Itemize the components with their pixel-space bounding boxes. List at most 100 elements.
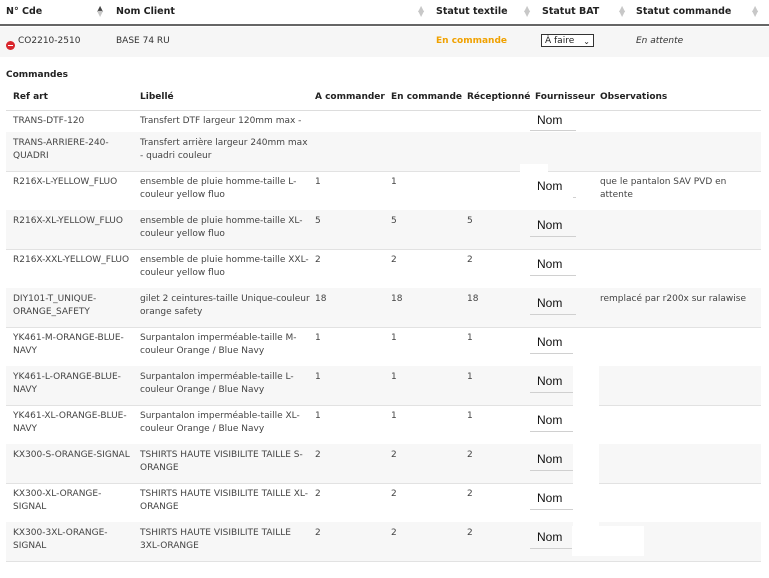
cell-ref: DIY101-T_UNIQUE-ORANGE_SAFETY xyxy=(13,294,97,317)
header-cde[interactable]: N° Cde xyxy=(6,6,42,17)
col-libelle: Libellé xyxy=(140,92,174,102)
redaction-patch xyxy=(527,193,573,208)
supplier-field[interactable]: Nom xyxy=(537,413,562,427)
supplier-field-underline xyxy=(530,130,576,131)
col-en-commande: En commande xyxy=(391,92,462,102)
cell-libelle: Surpantalon imperméable-taille M-couleur… xyxy=(140,333,297,356)
cell-en-commande: 2 xyxy=(391,489,397,499)
chevron-down-icon: ⌄ xyxy=(583,37,590,46)
header-statut-commande[interactable]: Statut commande xyxy=(636,6,731,17)
cell-libelle: Surpantalon imperméable-taille L-couleur… xyxy=(140,372,294,395)
table-header: N° Cde ▲ ▼ Nom Client ▲ ▼ Statut textile ▲… xyxy=(0,0,769,26)
supplier-field[interactable]: Nom xyxy=(537,530,562,544)
cell-en-commande: 1 xyxy=(391,372,397,382)
cell-ref: KX300-S-ORANGE-SIGNAL xyxy=(13,450,130,460)
table-row: KX300-XL-ORANGE-SIGNAL TSHIRTS HAUTE VISI… xyxy=(6,483,761,523)
cell-en-commande: 5 xyxy=(391,216,397,226)
table-row: KX300-S-ORANGE-SIGNAL TSHIRTS HAUTE VISIB… xyxy=(6,444,761,484)
sort-client-icon[interactable]: ▲ ▼ xyxy=(418,5,424,18)
supplier-field[interactable]: Nom xyxy=(537,335,562,349)
supplier-field[interactable]: Nom xyxy=(537,257,562,271)
redaction-patch xyxy=(520,164,548,176)
sub-table-header: Ref art Libellé A commander En commande … xyxy=(6,83,761,111)
col-ref: Ref art xyxy=(13,92,48,102)
cell-en-commande: 2 xyxy=(391,255,397,265)
supplier-field-underline xyxy=(530,431,576,432)
supplier-field-underline xyxy=(530,509,576,510)
supplier-field-underline xyxy=(530,236,576,237)
cell-en-commande: 1 xyxy=(391,177,397,187)
cell-a-commander: 18 xyxy=(315,294,327,304)
table-row: R216X-XXL-YELLOW_FLUO ensemble de pluie h… xyxy=(6,249,761,289)
cell-ref: YK461-M-ORANGE-BLUE-NAVY xyxy=(13,333,124,356)
supplier-field-underline xyxy=(530,470,576,471)
header-client[interactable]: Nom Client xyxy=(116,6,175,17)
header-statut-textile[interactable]: Statut textile xyxy=(436,6,508,17)
cell-en-commande: 1 xyxy=(391,333,397,343)
redaction-patch xyxy=(572,526,644,556)
cell-a-commander: 2 xyxy=(315,489,321,499)
redaction-patch xyxy=(573,328,599,526)
sort-textile-icon[interactable]: ▲ ▼ xyxy=(524,5,530,18)
table-row: TRANS-ARRIERE-240-QUADRI Transfert arrièr… xyxy=(6,132,761,172)
supplier-field[interactable]: Nom xyxy=(537,113,562,127)
col-observations: Observations xyxy=(600,92,668,102)
cell-receptionne: 1 xyxy=(467,372,473,382)
cell-receptionne: 5 xyxy=(467,216,473,226)
table-row: R216X-XL-YELLOW_FLUO ensemble de pluie ho… xyxy=(6,210,761,250)
cell-ref: R216X-XL-YELLOW_FLUO xyxy=(13,216,123,226)
table-row: YK461-L-ORANGE-BLUE-NAVY Surpantalon impe… xyxy=(6,366,761,406)
cell-receptionne: 1 xyxy=(467,333,473,343)
cell-receptionne: 1 xyxy=(467,411,473,421)
cell-ref: YK461-XL-ORANGE-BLUE-NAVY xyxy=(13,411,127,434)
col-fournisseur: Fournisseur xyxy=(535,92,595,102)
supplier-field[interactable]: Nom xyxy=(537,179,562,193)
cell-receptionne: 2 xyxy=(467,489,473,499)
supplier-field[interactable]: Nom xyxy=(537,491,562,505)
cell-ref: YK461-L-ORANGE-BLUE-NAVY xyxy=(13,372,121,395)
cell-libelle: ensemble de pluie homme-taille L-couleur… xyxy=(140,177,297,200)
cell-en-commande: 2 xyxy=(391,528,397,538)
supplier-field[interactable]: Nom xyxy=(537,296,562,310)
table-row: YK461-M-ORANGE-BLUE-NAVY Surpantalon impe… xyxy=(6,327,761,367)
sort-bat-icon[interactable]: ▲ ▼ xyxy=(619,5,625,18)
supplier-field[interactable]: Nom xyxy=(537,218,562,232)
order-statut-commande: En attente xyxy=(636,36,684,46)
cell-libelle: TSHIRTS HAUTE VISIBILITE TAILLE S-ORANGE xyxy=(140,450,303,473)
supplier-field-underline xyxy=(530,314,576,315)
statut-bat-select[interactable]: À faire ⌄ xyxy=(541,34,594,47)
table-row: KX300-3XL-ORANGE-SIGNAL TSHIRTS HAUTE VIS… xyxy=(6,522,761,562)
cell-libelle: TSHIRTS HAUTE VISIBILITE TAILLE 3XL-ORAN… xyxy=(140,528,291,551)
collapse-icon[interactable] xyxy=(6,41,15,50)
statut-bat-value: À faire xyxy=(545,36,575,46)
cell-a-commander: 5 xyxy=(315,216,321,226)
table-row: DIY101-T_UNIQUE-ORANGE_SAFETY gilet 2 cei… xyxy=(6,288,761,328)
cell-receptionne: 2 xyxy=(467,528,473,538)
cell-ref: TRANS-DTF-120 xyxy=(13,116,85,126)
cell-a-commander: 1 xyxy=(315,333,321,343)
sub-table-title: Commandes xyxy=(6,70,68,80)
cell-receptionne: 2 xyxy=(467,255,473,265)
table-row: YK461-XL-ORANGE-BLUE-NAVY Surpantalon imp… xyxy=(6,405,761,445)
sort-commande-icon[interactable]: ▲ ▼ xyxy=(752,5,758,18)
col-receptionne: Réceptionné xyxy=(467,92,531,102)
cell-ref: R216X-L-YELLOW_FLUO xyxy=(13,177,118,187)
cell-libelle: Surpantalon imperméable-taille XL-couleu… xyxy=(140,411,300,434)
order-row[interactable]: CO2210-2510 BASE 74 RU En commande À fai… xyxy=(0,27,769,57)
cell-receptionne: 2 xyxy=(467,450,473,460)
cell-libelle: Transfert DTF largeur 120mm max - xyxy=(140,116,302,126)
supplier-field-underline xyxy=(530,392,576,393)
cell-ref: KX300-3XL-ORANGE-SIGNAL xyxy=(13,528,108,551)
cell-libelle: ensemble de pluie homme-taille XL-couleu… xyxy=(140,216,303,239)
sort-cde-icon[interactable]: ▲ ▼ xyxy=(97,5,103,18)
cell-a-commander: 2 xyxy=(315,528,321,538)
supplier-field[interactable]: Nom xyxy=(537,452,562,466)
cell-observations: que le pantalon SAV PVD en attente xyxy=(600,177,727,200)
supplier-field[interactable]: Nom xyxy=(537,374,562,388)
order-statut-textile: En commande xyxy=(436,36,507,46)
cell-a-commander: 1 xyxy=(315,411,321,421)
table-row: TRANS-DTF-120 Transfert DTF largeur 120mm… xyxy=(6,110,761,133)
cell-ref: R216X-XXL-YELLOW_FLUO xyxy=(13,255,130,265)
header-statut-bat[interactable]: Statut BAT xyxy=(542,6,599,17)
cell-en-commande: 18 xyxy=(391,294,403,304)
